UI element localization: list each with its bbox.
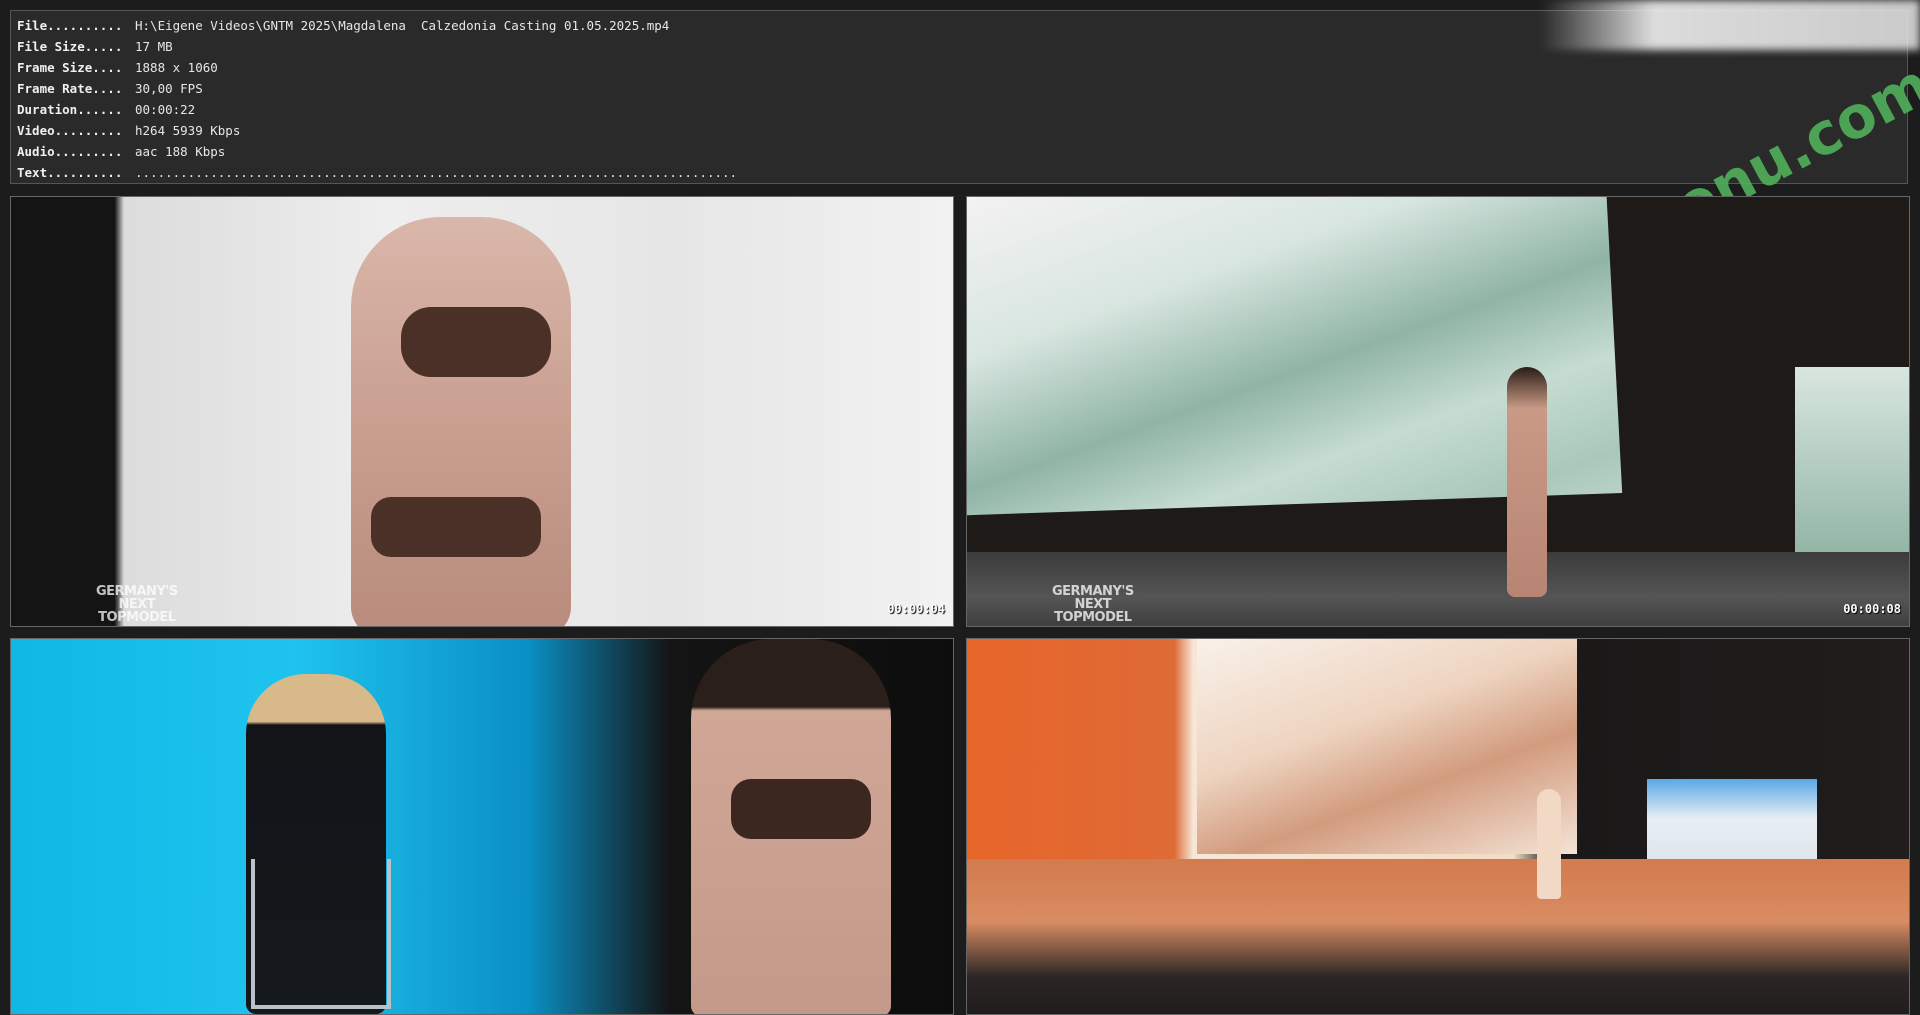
info-label: Text.......... xyxy=(17,165,123,180)
stage-floor xyxy=(967,859,1909,1014)
thumbnail-timestamp: 00:00:04 xyxy=(887,602,945,616)
info-value: H:\Eigene Videos\GNTM 2025\Magdalena Cal… xyxy=(135,18,670,33)
info-row-duration: Duration...... 00:00:22 xyxy=(17,99,1901,120)
show-logo: GERMANY'S NEXT TOPMODEL xyxy=(96,585,178,624)
model-figure xyxy=(351,217,571,626)
info-value: 30,00 FPS xyxy=(135,81,203,96)
info-label: Video......... xyxy=(17,123,123,138)
thumbnail-image xyxy=(967,639,1909,1014)
logo-line: TOPMODEL xyxy=(98,610,176,625)
info-label: Duration...... xyxy=(17,102,123,117)
info-row-text: Text.......... .........................… xyxy=(17,162,1901,183)
bikini-top xyxy=(731,779,871,839)
model-figure xyxy=(1537,789,1561,899)
bikini-top xyxy=(401,307,551,377)
video-thumbnail[interactable] xyxy=(10,638,954,1015)
info-value: h264 5939 Kbps xyxy=(135,123,241,138)
info-value: ........................................… xyxy=(135,165,738,180)
thumbnail-image xyxy=(11,639,953,1014)
info-value: aac 188 Kbps xyxy=(135,144,226,159)
info-label: File Size..... xyxy=(17,39,123,54)
thumbnail-timestamp: 00:00:08 xyxy=(1843,602,1901,616)
led-screen xyxy=(967,197,1623,516)
directors-chair xyxy=(251,859,391,1009)
thumbnail-image xyxy=(967,197,1909,626)
info-label: File.......... xyxy=(17,18,123,33)
model-figure xyxy=(1507,367,1547,597)
video-thumbnail[interactable]: GERMANY'S NEXT TOPMODEL 00:00:08 xyxy=(966,196,1910,627)
info-row-frame-rate: Frame Rate.... 30,00 FPS xyxy=(17,78,1901,99)
led-screen xyxy=(1197,639,1577,854)
info-label: Frame Rate.... xyxy=(17,81,123,96)
info-value: 17 MB xyxy=(135,39,173,54)
blurred-overlay xyxy=(1540,0,1920,50)
info-row-video: Video......... h264 5939 Kbps xyxy=(17,120,1901,141)
show-logo: GERMANY'S NEXT TOPMODEL xyxy=(1052,585,1134,624)
info-row-audio: Audio......... aac 188 Kbps xyxy=(17,141,1901,162)
side-screen xyxy=(1795,367,1909,567)
logo-line: TOPMODEL xyxy=(1054,610,1132,625)
bikini-bottom xyxy=(371,497,541,557)
video-thumbnail[interactable]: GERMANY'S NEXT TOPMODEL 00:00:04 xyxy=(10,196,954,627)
info-label: Frame Size.... xyxy=(17,60,123,75)
contact-sheet: File.......... H:\Eigene Videos\GNTM 202… xyxy=(0,0,1920,1015)
video-thumbnail[interactable] xyxy=(966,638,1910,1015)
info-label: Audio......... xyxy=(17,144,123,159)
info-value: 00:00:22 xyxy=(135,102,196,117)
thumbnail-image xyxy=(11,197,953,626)
info-value: 1888 x 1060 xyxy=(135,60,218,75)
info-row-frame-size: Frame Size.... 1888 x 1060 xyxy=(17,57,1901,78)
